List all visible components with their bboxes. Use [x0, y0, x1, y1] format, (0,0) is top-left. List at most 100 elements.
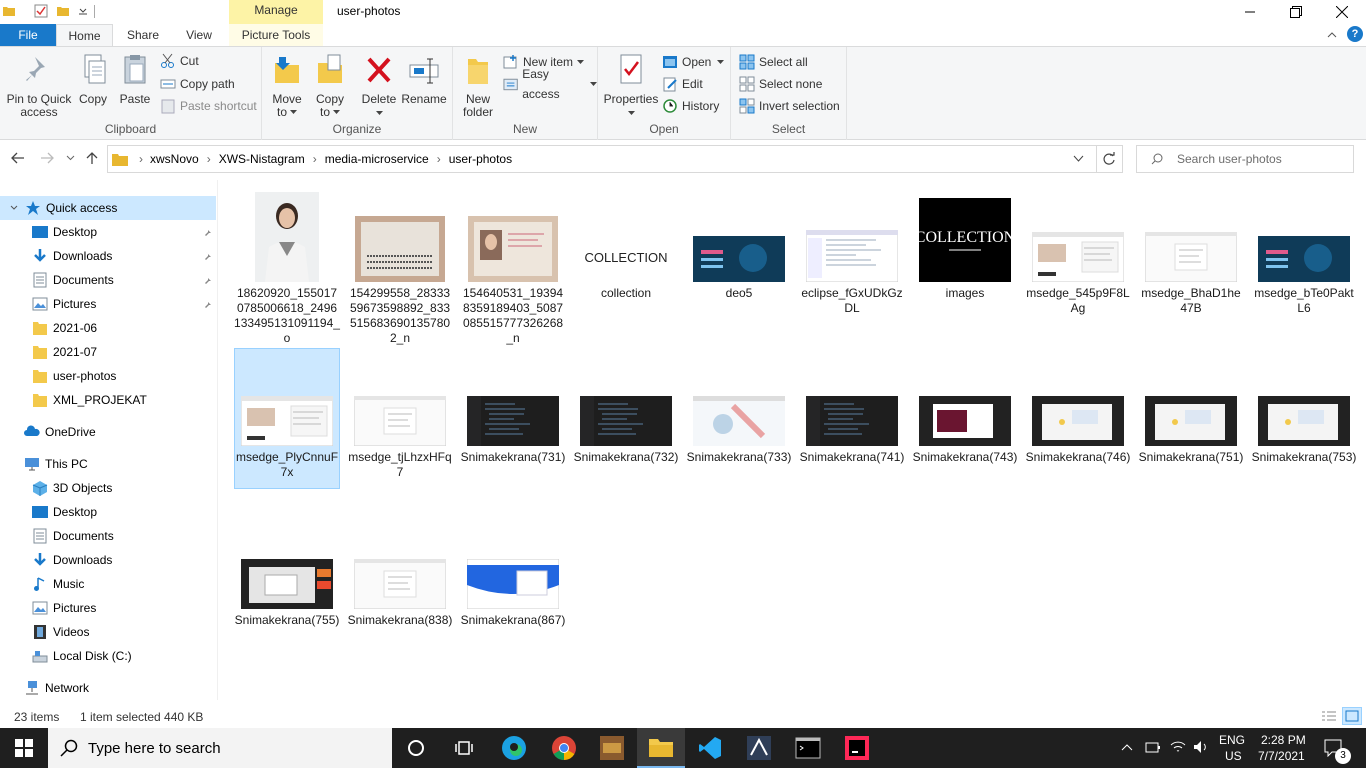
- details-view-icon[interactable]: [1321, 709, 1337, 723]
- sidebar-item-music[interactable]: Music: [0, 572, 216, 596]
- file-item[interactable]: msedge_tjLhzxHFq7: [347, 354, 453, 480]
- open-button[interactable]: Open: [662, 52, 725, 72]
- breadcrumb-item[interactable]: user-photos: [449, 152, 512, 166]
- file-item[interactable]: Snimakekrana(838): [347, 517, 453, 628]
- select-none-button[interactable]: Select none: [739, 74, 822, 94]
- sidebar-item-desktop[interactable]: Desktop: [0, 220, 216, 244]
- up-arrow-icon[interactable]: [85, 151, 99, 165]
- delete-button[interactable]: Delete: [356, 53, 402, 119]
- tab-share[interactable]: Share: [118, 24, 168, 46]
- breadcrumb-item[interactable]: media-microservice: [325, 152, 429, 166]
- sidebar-item-pc-documents[interactable]: Documents: [0, 524, 216, 548]
- cortana-button[interactable]: [392, 728, 440, 768]
- sidebar-item-quick-access[interactable]: Quick access: [0, 196, 216, 220]
- language-indicator-2[interactable]: US: [1225, 749, 1242, 763]
- taskbar-search[interactable]: Type here to search: [48, 728, 392, 768]
- speaker-icon[interactable]: [1193, 740, 1209, 754]
- app-icon[interactable]: [735, 728, 783, 768]
- pin-icon[interactable]: [202, 298, 212, 308]
- edit-button[interactable]: Edit: [662, 74, 703, 94]
- sidebar-item-network[interactable]: Network: [0, 676, 216, 700]
- restore-button[interactable]: [1273, 0, 1319, 24]
- recent-locations-icon[interactable]: [66, 155, 75, 161]
- tab-home[interactable]: Home: [56, 24, 113, 47]
- sidebar-item-xml-projekat[interactable]: XML_PROJEKAT: [0, 388, 216, 412]
- file-item[interactable]: Snimakekrana(755): [234, 517, 340, 628]
- large-icons-view-button[interactable]: [1342, 707, 1362, 725]
- file-item[interactable]: msedge_PlyCnnuF7x: [234, 348, 340, 489]
- forward-arrow-icon[interactable]: [40, 152, 54, 164]
- file-item[interactable]: Snimakekrana(733): [686, 354, 792, 465]
- app-icon[interactable]: [588, 728, 636, 768]
- tab-view[interactable]: View: [174, 24, 224, 46]
- tab-picture-tools[interactable]: Picture Tools: [229, 24, 323, 46]
- sidebar-item-documents[interactable]: Documents: [0, 268, 216, 292]
- chrome-app[interactable]: [540, 728, 588, 768]
- properties-qa-icon[interactable]: [34, 4, 48, 18]
- tab-file[interactable]: File: [0, 24, 56, 46]
- file-explorer-app[interactable]: [637, 728, 685, 768]
- file-item[interactable]: 154640531_1939483591894​03_5087085515777…: [460, 190, 566, 346]
- clock-time[interactable]: 2:28 PM: [1261, 733, 1306, 747]
- file-item[interactable]: 154299558_2833359673598892_8335156836901…: [347, 190, 453, 346]
- address-bar[interactable]: › xwsNovo › XWS-Nistagram › media-micros…: [107, 145, 1123, 173]
- terminal-app[interactable]: [784, 728, 832, 768]
- file-item[interactable]: Snimakekrana(741): [799, 354, 905, 465]
- file-item[interactable]: Snimakekrana(731): [460, 354, 566, 465]
- language-indicator-1[interactable]: ENG: [1219, 733, 1245, 747]
- sidebar-item-3d-objects[interactable]: 3D Objects: [0, 476, 216, 500]
- pin-icon[interactable]: [202, 274, 212, 284]
- search-input[interactable]: Search user-photos: [1177, 152, 1282, 166]
- sidebar-item-pc-desktop[interactable]: Desktop: [0, 500, 216, 524]
- sidebar-item-onedrive[interactable]: OneDrive: [0, 420, 216, 444]
- pin-to-quick-access-button[interactable]: Pin to Quick access: [4, 53, 74, 119]
- sidebar-item-this-pc[interactable]: This PC: [0, 452, 216, 476]
- sidebar-item-downloads[interactable]: Downloads: [0, 244, 216, 268]
- new-folder-button[interactable]: New folder: [459, 53, 497, 119]
- battery-icon[interactable]: [1145, 740, 1161, 754]
- task-view-button[interactable]: [440, 728, 488, 768]
- file-item[interactable]: msedge_bTe0PaktL6: [1251, 190, 1357, 316]
- paste-shortcut-button[interactable]: Paste shortcut: [160, 96, 257, 116]
- copy-to-button[interactable]: Copy to: [310, 53, 350, 119]
- intellij-app[interactable]: [833, 728, 881, 768]
- sidebar-item-local-disk[interactable]: Local Disk (C:): [0, 644, 216, 668]
- back-arrow-icon[interactable]: [11, 152, 25, 164]
- pin-icon[interactable]: [202, 250, 212, 260]
- sidebar-item-videos[interactable]: Videos: [0, 620, 216, 644]
- sidebar-item-pictures[interactable]: Pictures: [0, 292, 216, 316]
- chevron-down-icon[interactable]: [1073, 155, 1084, 163]
- sidebar-item-pc-pictures[interactable]: Pictures: [0, 596, 216, 620]
- taskbar-search-input[interactable]: Type here to search: [88, 740, 221, 757]
- select-all-button[interactable]: Select all: [739, 52, 808, 72]
- pin-icon[interactable]: [202, 226, 212, 236]
- file-item[interactable]: Snimakekrana(751): [1138, 354, 1244, 465]
- help-icon[interactable]: ?: [1347, 26, 1363, 42]
- chevron-up-icon[interactable]: [1121, 743, 1133, 751]
- refresh-icon[interactable]: [1102, 152, 1116, 166]
- collapse-ribbon-icon[interactable]: [1327, 30, 1337, 40]
- sidebar-item-pc-downloads[interactable]: Downloads: [0, 548, 216, 572]
- copy-path-button[interactable]: Copy path: [160, 74, 235, 94]
- sidebar-item-2021-06[interactable]: 2021-06: [0, 316, 216, 340]
- properties-button[interactable]: Properties: [602, 53, 660, 119]
- clock-date[interactable]: 7/7/2021: [1258, 749, 1305, 763]
- search-box[interactable]: Search user-photos: [1136, 145, 1354, 173]
- wifi-icon[interactable]: [1170, 739, 1186, 755]
- file-item[interactable]: Snimakekrana(753): [1251, 354, 1357, 465]
- easy-access-button[interactable]: Easy access: [503, 67, 597, 101]
- edge-app[interactable]: [490, 728, 538, 768]
- file-item[interactable]: Snimakekrana(746): [1025, 354, 1131, 465]
- breadcrumb-item[interactable]: xwsNovo: [150, 152, 199, 166]
- cut-button[interactable]: Cut: [160, 51, 199, 71]
- file-item[interactable]: msedge_BhaD1he47B: [1138, 190, 1244, 316]
- file-item[interactable]: Snimakekrana(732): [573, 354, 679, 465]
- paste-button[interactable]: Paste: [114, 53, 156, 106]
- manage-context-tab[interactable]: Manage: [229, 0, 323, 24]
- copy-button[interactable]: Copy: [74, 53, 112, 106]
- file-item[interactable]: 18620920_1550170785006618_24961334951310…: [234, 190, 340, 346]
- file-item[interactable]: Snimakekrana(867): [460, 517, 566, 628]
- file-item[interactable]: Snimakekrana(743): [912, 354, 1018, 465]
- file-item[interactable]: COLLECTION collection: [573, 190, 679, 301]
- file-item[interactable]: eclipse_fGxUDkGzDL: [799, 190, 905, 316]
